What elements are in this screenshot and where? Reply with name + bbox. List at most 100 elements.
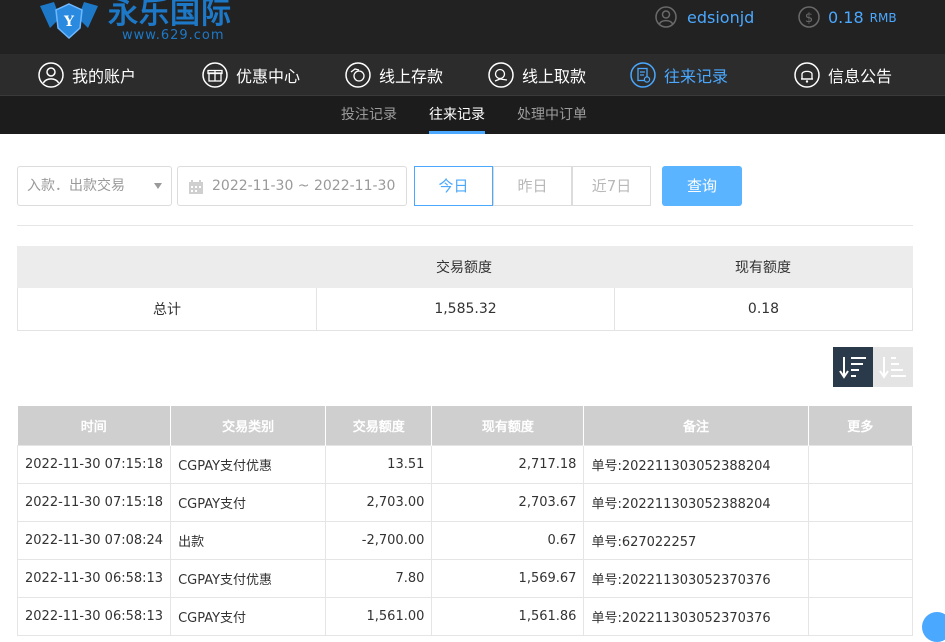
cell-type: CGPAY支付优惠 [170, 444, 327, 484]
chat-bubble-icon[interactable] [922, 612, 945, 642]
nav-label: 线上取款 [522, 66, 587, 86]
column-header-amount[interactable]: 交易额度 [325, 406, 433, 445]
summary-total-amount: 1,585.32 [316, 288, 614, 330]
date-range-input[interactable]: 2022-11-30 ~ 2022-11-30 [177, 166, 407, 206]
summary-total-balance: 0.18 [614, 288, 912, 330]
transaction-type-select[interactable]: 入款．出款交易 [17, 166, 172, 206]
cell-balance: 2,717.18 [431, 444, 585, 484]
cell-note: 单号:202211303052370376 [583, 558, 809, 598]
nav-promotions[interactable]: 优惠中心 [202, 54, 300, 95]
nav-label: 优惠中心 [236, 66, 301, 86]
table-row[interactable]: 2022-11-30 06:58:13 CGPAY支付优惠 7.80 1,569… [16, 558, 914, 598]
username: edsionjd [687, 7, 755, 27]
main-nav: 我的账户 优惠中心 线上存款 线上取款 往来记录 信息公告 [0, 54, 945, 95]
dollar-icon: $ [798, 6, 820, 28]
nav-my-account[interactable]: 我的账户 [38, 54, 136, 95]
cell-time: 2022-11-30 06:58:13 [16, 596, 172, 636]
balance-unit: RMB [869, 11, 897, 25]
nav-announcements[interactable]: 信息公告 [794, 54, 892, 95]
nav-label: 我的账户 [72, 66, 137, 86]
cell-amount: 1,561.00 [325, 596, 433, 636]
cell-note: 单号:202211303052388204 [583, 482, 809, 522]
sort-ascending-button[interactable] [873, 347, 913, 387]
balance-value: 0.18 [828, 7, 864, 27]
balance-info: $ 0.18 RMB [798, 5, 897, 29]
cell-amount: 7.80 [325, 558, 433, 598]
records-icon [630, 61, 656, 88]
top-header: Y 永乐国际 www.629.com edsionjd $ 0.18 RMB [0, 0, 945, 54]
deposit-icon [345, 61, 371, 88]
nav-label: 线上存款 [379, 66, 444, 86]
column-header-note[interactable]: 备注 [583, 406, 809, 445]
cell-balance: 2,703.67 [431, 482, 585, 522]
last-7-days-button[interactable]: 近7日 [572, 166, 651, 206]
select-value: 入款．出款交易 [27, 178, 125, 194]
table-row[interactable]: 2022-11-30 07:15:18 CGPAY支付优惠 13.51 2,71… [16, 444, 914, 484]
cell-time: 2022-11-30 07:08:24 [16, 520, 172, 560]
svg-text:$: $ [805, 11, 813, 26]
gift-icon [202, 61, 228, 88]
user-info[interactable]: edsionjd [655, 5, 754, 29]
cell-type: CGPAY支付优惠 [170, 558, 327, 598]
sort-desc-icon [839, 357, 866, 379]
cell-amount: 13.51 [325, 444, 433, 484]
table-row[interactable]: 2022-11-30 07:15:18 CGPAY支付 2,703.00 2,7… [16, 482, 914, 522]
nav-label: 往来记录 [664, 66, 729, 86]
cell-amount: 2,703.00 [325, 482, 433, 522]
column-header-more[interactable]: 更多 [808, 406, 914, 445]
cell-note: 单号:627022257 [583, 520, 809, 560]
subnav-transaction-records[interactable]: 往来记录 [429, 96, 485, 134]
cell-note: 单号:202211303052370376 [583, 596, 809, 636]
nav-online-withdraw[interactable]: 线上取款 [488, 54, 586, 95]
summary-header-blank [17, 246, 315, 288]
cell-more[interactable] [807, 482, 914, 522]
nav-online-deposit[interactable]: 线上存款 [345, 54, 443, 95]
subnav-pending-orders[interactable]: 处理中订单 [517, 96, 587, 134]
cell-more[interactable] [807, 558, 914, 598]
cell-time: 2022-11-30 06:58:13 [16, 558, 172, 598]
column-header-type[interactable]: 交易类别 [170, 406, 327, 445]
user-icon [655, 6, 677, 28]
column-header-balance[interactable]: 现有额度 [431, 406, 585, 445]
brand-name: 永乐国际 [108, 0, 232, 31]
cell-balance: 0.67 [431, 520, 585, 560]
cell-time: 2022-11-30 07:15:18 [16, 482, 172, 522]
records-table: 时间 交易类别 交易额度 现有额度 备注 更多 2022-11-30 07:15… [16, 406, 914, 636]
divider [17, 225, 913, 226]
caret-down-icon [154, 183, 162, 189]
nav-records[interactable]: 往来记录 [630, 54, 728, 95]
brand-logo[interactable]: Y 永乐国际 www.629.com [36, 0, 232, 44]
cell-type: 出款 [170, 520, 327, 560]
date-range-value: 2022-11-30 ~ 2022-11-30 [212, 178, 396, 194]
crest-icon: Y [40, 2, 98, 40]
subnav-bet-records[interactable]: 投注记录 [341, 96, 397, 134]
cell-type: CGPAY支付 [170, 596, 327, 636]
cell-more[interactable] [807, 520, 914, 560]
summary-row: 总计 1,585.32 0.18 [17, 288, 913, 331]
yesterday-button[interactable]: 昨日 [493, 166, 572, 206]
query-button[interactable]: 查询 [662, 166, 742, 206]
cell-type: CGPAY支付 [170, 482, 327, 522]
table-row[interactable]: 2022-11-30 06:58:13 CGPAY支付 1,561.00 1,5… [16, 596, 914, 636]
cell-more[interactable] [807, 596, 914, 636]
today-button[interactable]: 今日 [414, 166, 493, 206]
cell-more[interactable] [807, 444, 914, 484]
nav-label: 信息公告 [828, 66, 893, 86]
summary-header: 交易额度 现有额度 [17, 246, 913, 288]
summary-total-label: 总计 [153, 302, 181, 318]
sub-nav: 投注记录 往来记录 处理中订单 [0, 95, 945, 134]
summary-header-balance: 现有额度 [735, 260, 791, 276]
summary-header-amount: 交易额度 [436, 260, 492, 276]
cell-balance: 1,561.86 [431, 596, 585, 636]
sort-asc-icon [879, 357, 906, 379]
table-header-row: 时间 交易类别 交易额度 现有额度 备注 更多 [17, 406, 914, 445]
cell-note: 单号:202211303052388204 [583, 444, 809, 484]
table-row[interactable]: 2022-11-30 07:08:24 出款 -2,700.00 0.67 单号… [16, 520, 914, 560]
withdraw-icon [488, 61, 514, 88]
brand-domain: www.629.com [122, 28, 225, 43]
cell-time: 2022-11-30 07:15:18 [16, 444, 172, 484]
column-header-time[interactable]: 时间 [17, 406, 172, 445]
calendar-icon [189, 180, 203, 194]
sort-descending-button[interactable] [833, 347, 873, 387]
user-icon [38, 61, 64, 88]
